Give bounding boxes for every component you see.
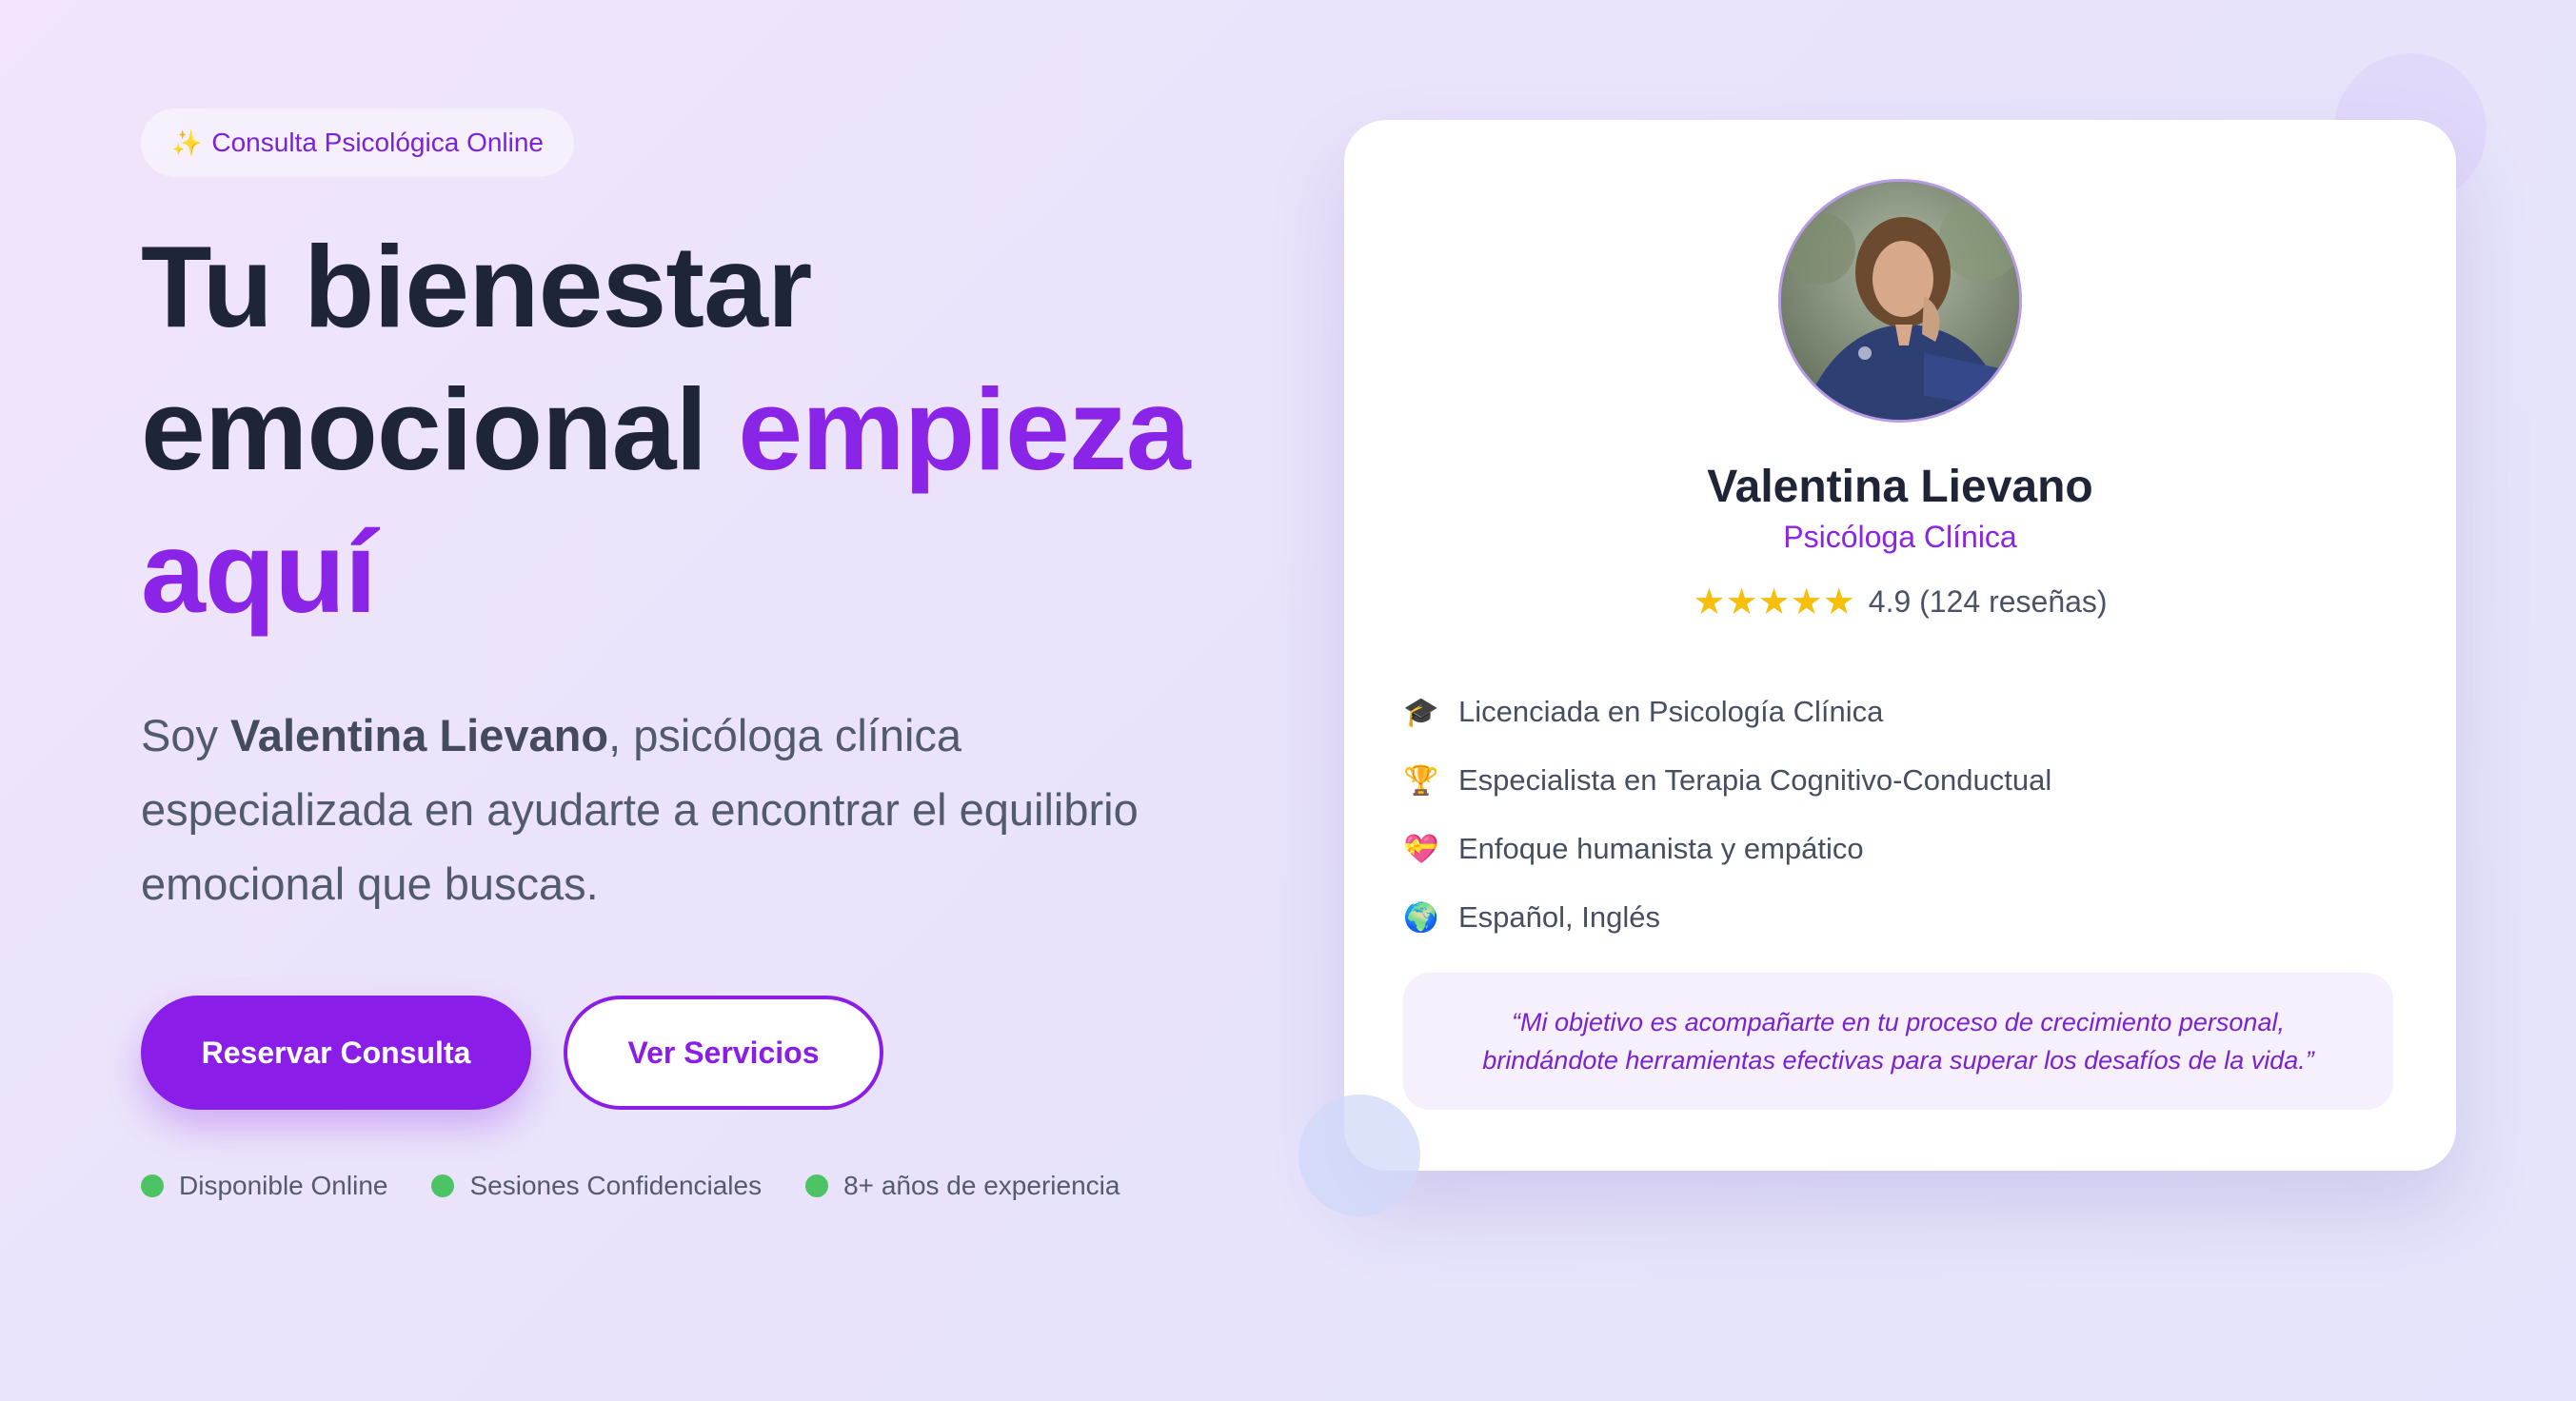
status-dot-icon — [431, 1174, 455, 1197]
feature-label: Sesiones Confidenciales — [469, 1171, 763, 1200]
hero-headline: Tu bienestar emocional empieza aquí — [141, 215, 1264, 643]
intro-prefix: Soy — [141, 710, 231, 760]
intro-name: Valentina Lievano — [230, 710, 609, 760]
profile-name: Valentina Lievano — [1707, 462, 2093, 512]
headline-line-2a: emocional — [141, 365, 739, 494]
consultation-badge: ✨ Consulta Psicológica Online — [141, 109, 575, 177]
avatar — [1778, 179, 2022, 423]
hero-intro: Soy Valentina Lievano, psicóloga clínica… — [141, 699, 1217, 921]
avatar-photo — [1781, 182, 2019, 420]
profile-card: Valentina Lievano Psicóloga Clínica ★★★★… — [1344, 120, 2456, 1171]
list-item: 🎓 Licenciada en Psicología Clínica — [1403, 678, 2051, 746]
feature-item: Sesiones Confidenciales — [431, 1171, 762, 1201]
headline-line-1: Tu bienestar — [141, 222, 812, 351]
feature-list: Disponible Online Sesiones Confidenciale… — [141, 1171, 1264, 1201]
feature-label: Disponible Online — [179, 1171, 388, 1200]
list-item: 💝 Enfoque humanista y empático — [1403, 815, 2051, 883]
feature-item: Disponible Online — [141, 1171, 387, 1201]
profile-role: Psicóloga Clínica — [1783, 520, 2017, 554]
sparkles-icon: ✨ — [171, 128, 203, 157]
hero-section: ✨ Consulta Psicológica Online Tu bienest… — [141, 109, 1264, 1201]
list-item: 🌍 Español, Inglés — [1403, 883, 2051, 952]
profile-quote: “Mi objetivo es acompañarte en tu proces… — [1403, 973, 2393, 1110]
star-rating-icon: ★★★★★ — [1693, 582, 1855, 622]
badge-label: Consulta Psicológica Online — [211, 128, 545, 157]
status-dot-icon — [141, 1174, 164, 1197]
reserve-consultation-button[interactable]: Reservar Consulta — [141, 996, 531, 1110]
graduation-cap-icon: 🎓 — [1403, 696, 1439, 728]
rating-text: 4.9 (124 reseñas) — [1868, 584, 2108, 619]
credential-text: Especialista en Terapia Cognitivo-Conduc… — [1458, 763, 2052, 797]
feature-label: 8+ años de experiencia — [843, 1171, 1120, 1200]
credentials-list: 🎓 Licenciada en Psicología Clínica 🏆 Esp… — [1403, 678, 2051, 952]
status-dot-icon — [805, 1174, 829, 1197]
list-item: 🏆 Especialista en Terapia Cognitivo-Cond… — [1403, 746, 2051, 815]
trophy-icon: 🏆 — [1403, 764, 1439, 797]
credential-text: Licenciada en Psicología Clínica — [1458, 695, 1884, 728]
headline-highlight-1: empieza — [738, 365, 1190, 494]
credential-text: Español, Inglés — [1458, 900, 1660, 934]
globe-icon: 🌍 — [1403, 901, 1439, 934]
credential-text: Enfoque humanista y empático — [1458, 832, 1864, 865]
feature-item: 8+ años de experiencia — [805, 1171, 1120, 1201]
headline-highlight-2: aquí — [141, 507, 377, 637]
heart-icon: 💝 — [1403, 833, 1439, 865]
rating: ★★★★★ 4.9 (124 reseñas) — [1344, 581, 2456, 623]
cta-buttons: Reservar Consulta Ver Servicios — [141, 996, 1264, 1110]
decorative-circle — [1298, 1095, 1420, 1216]
view-services-button[interactable]: Ver Servicios — [564, 996, 883, 1110]
